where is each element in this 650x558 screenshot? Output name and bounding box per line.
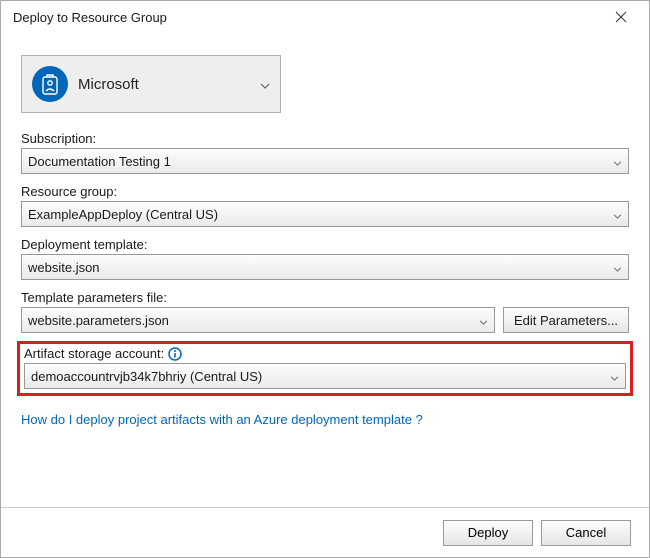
artifact-storage-select[interactable]: demoaccountrvjb34k7bhriy (Central US) bbox=[24, 363, 626, 389]
template-params-label: Template parameters file: bbox=[21, 290, 629, 305]
resource-group-label: Resource group: bbox=[21, 184, 629, 199]
subscription-label: Subscription: bbox=[21, 131, 629, 146]
account-name: Microsoft bbox=[78, 76, 260, 93]
edit-parameters-button[interactable]: Edit Parameters... bbox=[503, 307, 629, 333]
deployment-template-select[interactable]: website.json bbox=[21, 254, 629, 280]
titlebar: Deploy to Resource Group bbox=[1, 1, 649, 33]
resource-group-value: ExampleAppDeploy (Central US) bbox=[28, 207, 218, 222]
artifact-storage-label: Artifact storage account: bbox=[24, 346, 164, 361]
deployment-template-value: website.json bbox=[28, 260, 100, 275]
edit-parameters-label: Edit Parameters... bbox=[514, 313, 618, 328]
dialog-footer: Deploy Cancel bbox=[1, 507, 649, 557]
resource-group-select[interactable]: ExampleAppDeploy (Central US) bbox=[21, 201, 629, 227]
account-selector[interactable]: Microsoft bbox=[21, 55, 281, 113]
chevron-down-icon bbox=[610, 369, 619, 384]
cancel-button[interactable]: Cancel bbox=[541, 520, 631, 546]
artifact-storage-value: demoaccountrvjb34k7bhriy (Central US) bbox=[31, 369, 262, 384]
dialog-title: Deploy to Resource Group bbox=[13, 10, 601, 25]
artifact-storage-label-row: Artifact storage account: bbox=[24, 346, 626, 361]
deploy-button-label: Deploy bbox=[468, 525, 508, 540]
help-link[interactable]: How do I deploy project artifacts with a… bbox=[21, 412, 629, 427]
deploy-button[interactable]: Deploy bbox=[443, 520, 533, 546]
chevron-down-icon bbox=[479, 313, 488, 328]
chevron-down-icon bbox=[260, 77, 270, 92]
template-params-value: website.parameters.json bbox=[28, 313, 169, 328]
close-icon bbox=[615, 11, 627, 23]
chevron-down-icon bbox=[613, 260, 622, 275]
deployment-template-label: Deployment template: bbox=[21, 237, 629, 252]
info-icon[interactable] bbox=[168, 347, 182, 361]
template-params-row: website.parameters.json Edit Parameters.… bbox=[21, 307, 629, 333]
subscription-value: Documentation Testing 1 bbox=[28, 154, 171, 169]
artifact-storage-highlight: Artifact storage account: demoaccountrvj… bbox=[17, 341, 633, 396]
badge-icon bbox=[32, 66, 68, 102]
dialog-content: Microsoft Subscription: Documentation Te… bbox=[1, 33, 649, 507]
close-button[interactable] bbox=[601, 3, 641, 31]
cancel-button-label: Cancel bbox=[566, 525, 606, 540]
chevron-down-icon bbox=[613, 207, 622, 222]
chevron-down-icon bbox=[613, 154, 622, 169]
template-params-select[interactable]: website.parameters.json bbox=[21, 307, 495, 333]
dialog-window: Deploy to Resource Group Microsoft bbox=[0, 0, 650, 558]
subscription-select[interactable]: Documentation Testing 1 bbox=[21, 148, 629, 174]
